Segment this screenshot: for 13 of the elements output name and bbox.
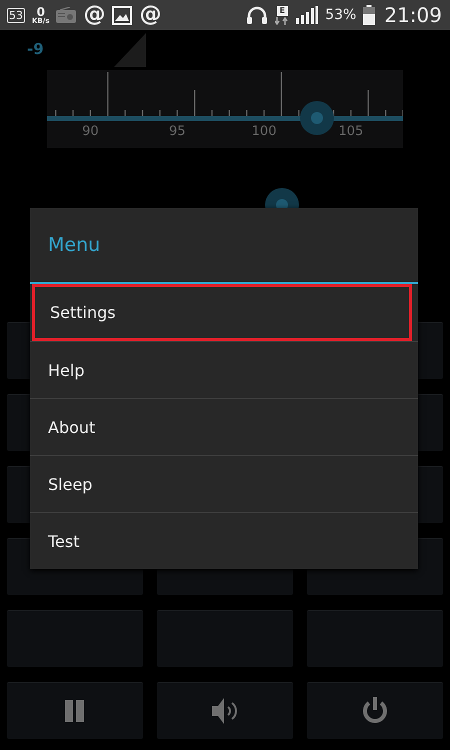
at-sign-icon: @	[83, 4, 106, 26]
frequency-label: 90	[82, 124, 99, 139]
at-sign-icon: @	[139, 4, 162, 26]
frequency-label: 95	[168, 124, 186, 139]
battery-percent: 53%	[325, 7, 356, 23]
menu-title: Menu	[30, 208, 418, 284]
network-type: E	[276, 6, 288, 16]
frequency-label: 100	[252, 124, 276, 139]
frequency-label: 105	[338, 124, 364, 139]
signal-reading: -9	[27, 40, 44, 58]
notification-count: 53	[7, 8, 25, 22]
clock: 21:09	[384, 3, 442, 27]
data-rate: 0	[36, 6, 45, 18]
